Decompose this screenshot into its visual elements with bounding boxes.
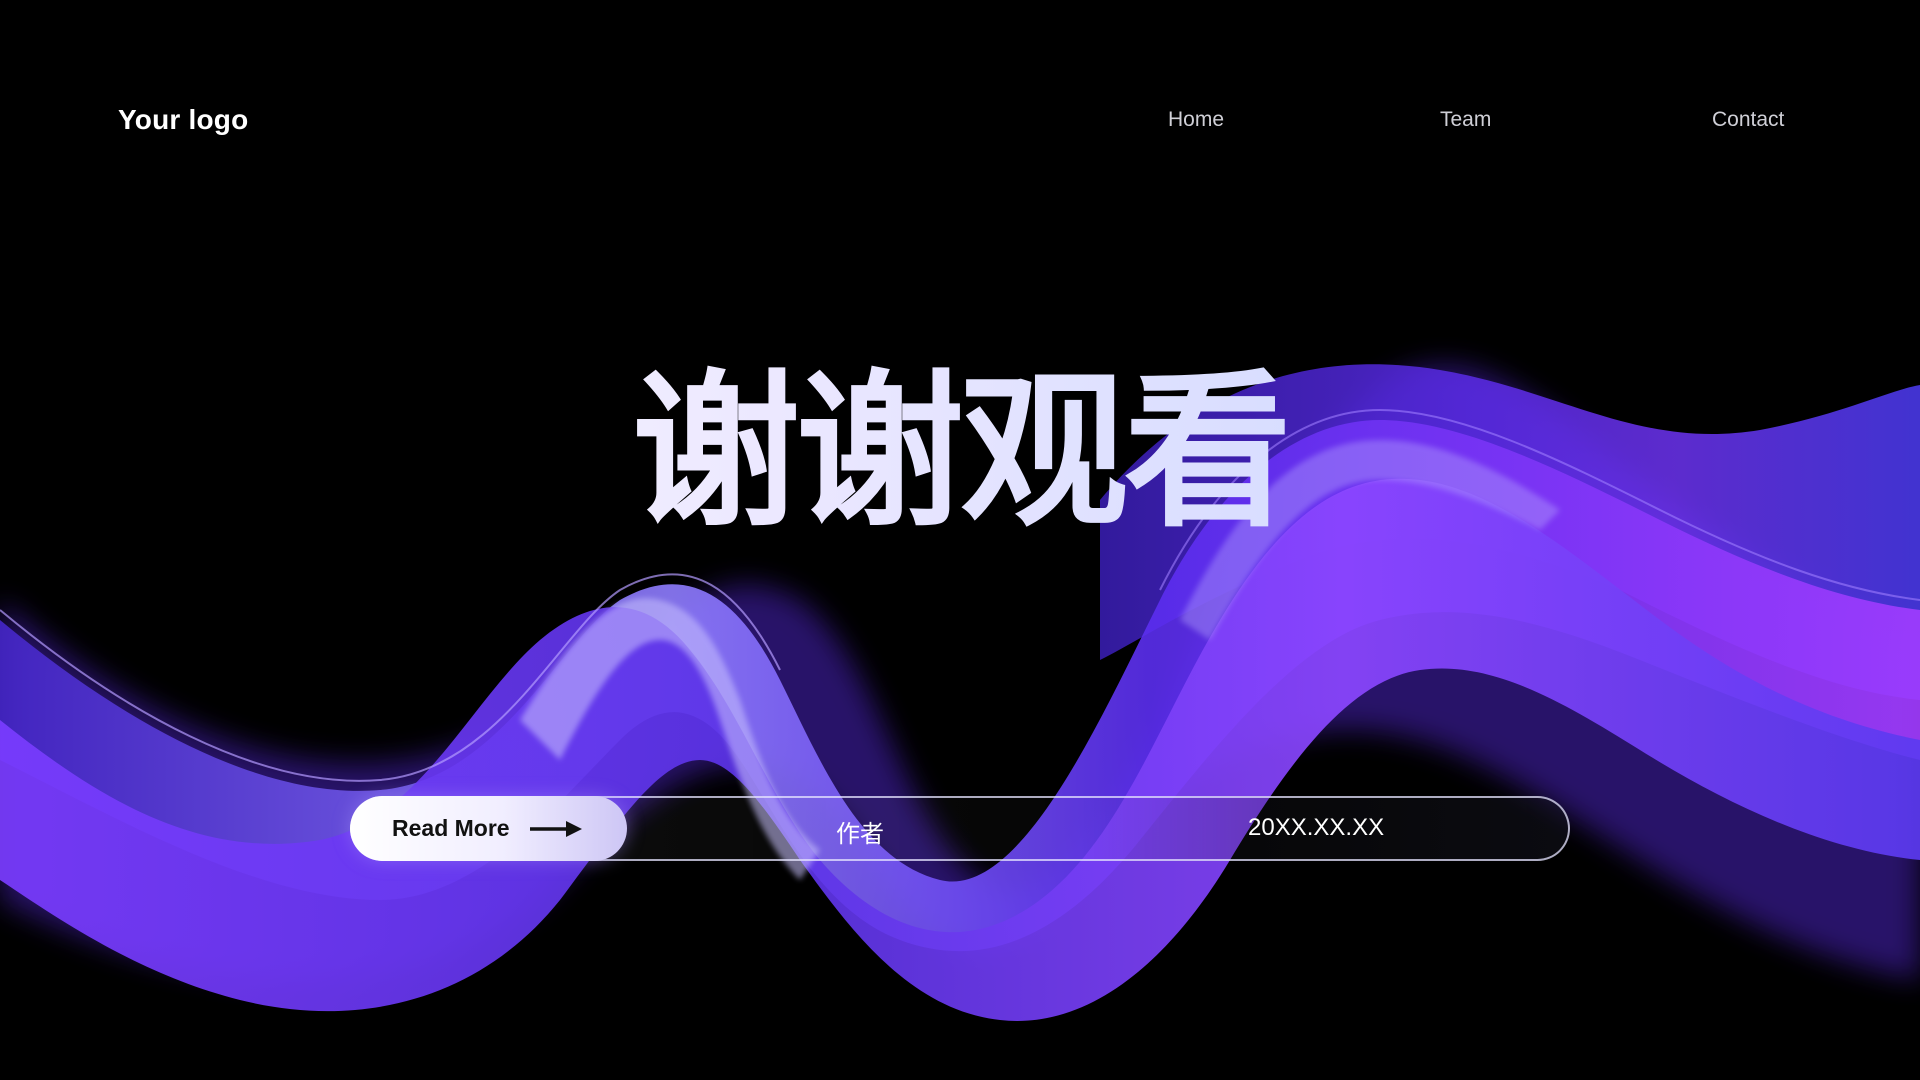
author-label: 作者	[836, 820, 884, 848]
nav-team[interactable]: Team	[1440, 108, 1491, 132]
hero-title: 谢谢观看	[0, 352, 1920, 552]
arrow-right-icon	[529, 820, 582, 837]
nav-contact[interactable]: Contact	[1712, 108, 1784, 132]
nav-home[interactable]: Home	[1168, 108, 1224, 132]
slide: Your logo Home Team Contact 谢谢观看 Read Mo…	[0, 0, 1920, 1080]
read-more-button[interactable]: Read More	[350, 796, 627, 861]
date-label: 20XX.XX.XX	[1248, 814, 1385, 841]
logo[interactable]: Your logo	[118, 104, 248, 136]
read-more-label: Read More	[392, 815, 510, 841]
